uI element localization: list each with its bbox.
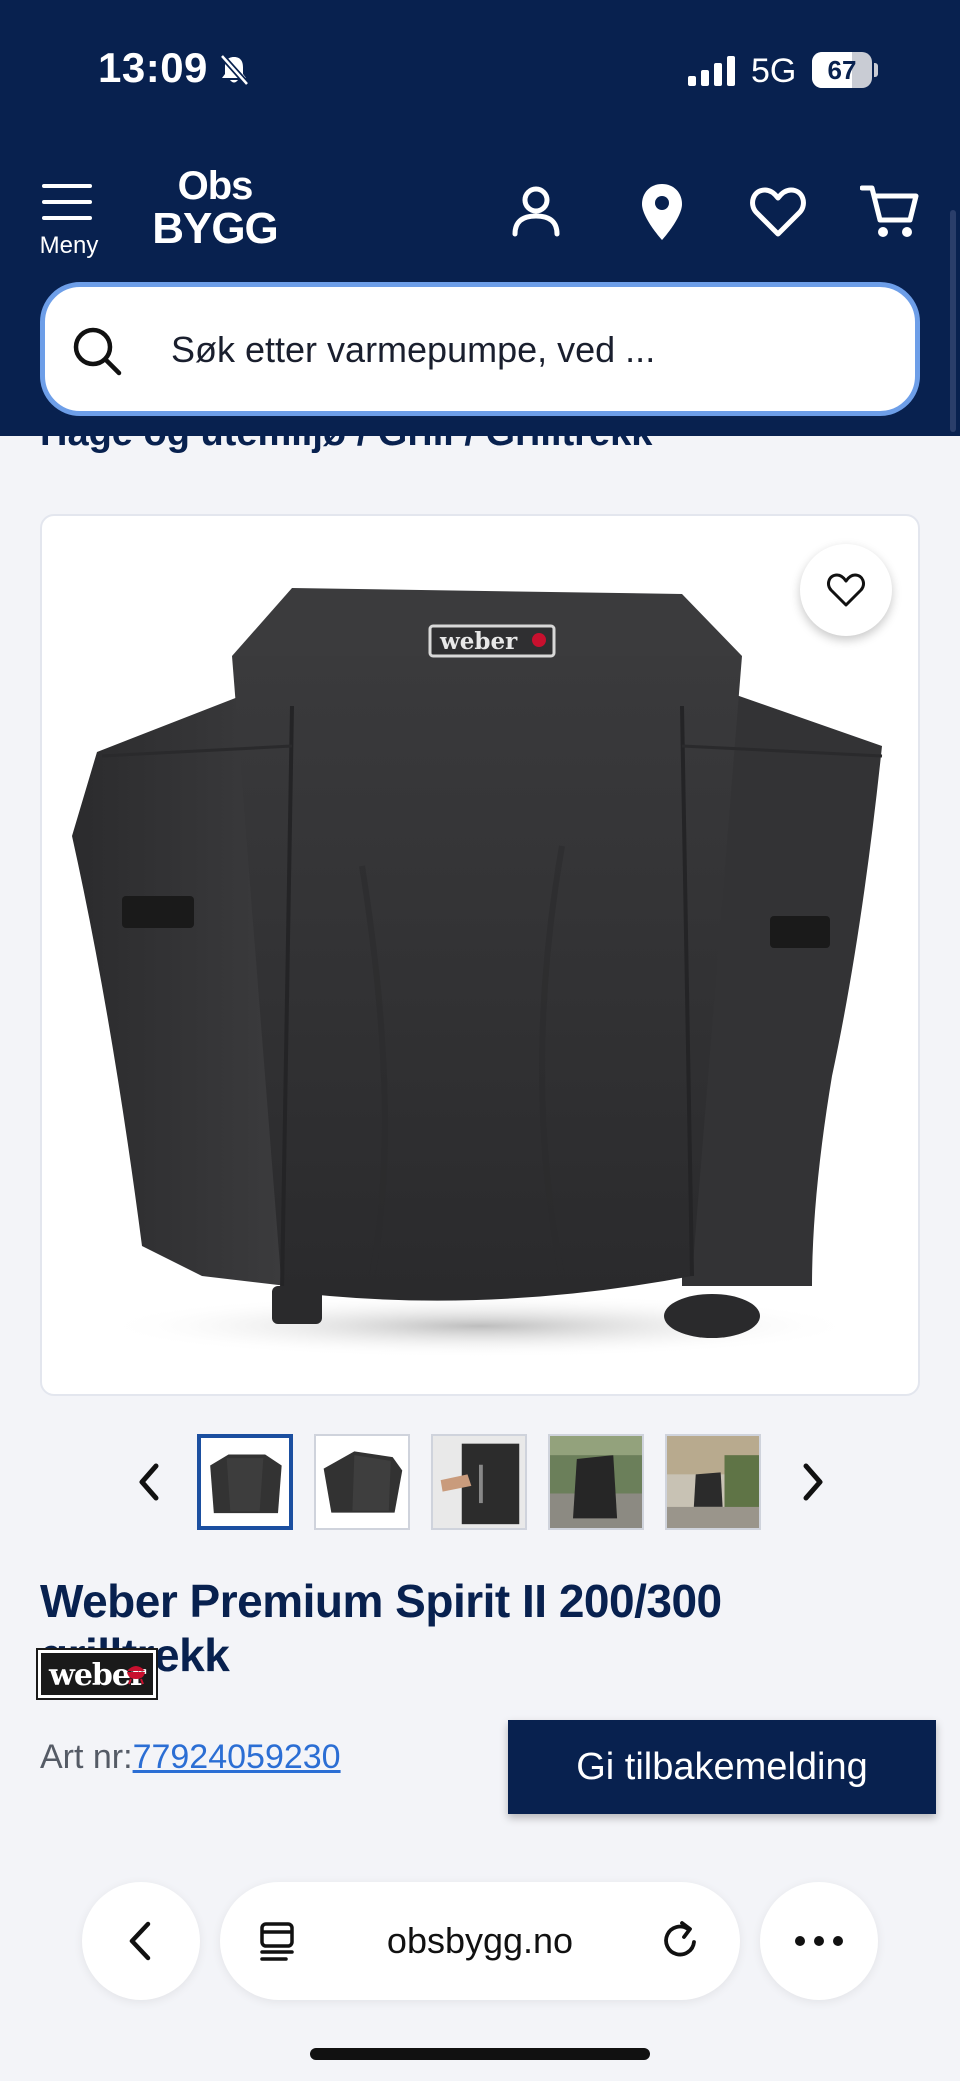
battery-icon: 67: [812, 52, 878, 88]
network-label: 5G: [751, 52, 797, 90]
chevron-left-icon: [129, 1921, 151, 1961]
hamburger-icon: [42, 184, 92, 220]
thumbnail-1[interactable]: [197, 1434, 293, 1530]
article-number: Art nr:77924059230: [40, 1738, 341, 1777]
cart-icon[interactable]: [860, 182, 920, 242]
signal-icon: [688, 56, 735, 86]
menu-label: Meny: [39, 232, 99, 259]
thumbnail-image: [667, 1436, 759, 1528]
artnr-label: Art nr:: [40, 1738, 133, 1776]
status-time: 13:09: [98, 44, 208, 91]
cover-logo-text: weber: [439, 628, 518, 655]
home-indicator[interactable]: [310, 2048, 650, 2060]
weber-kettle-icon: [127, 1666, 145, 1685]
thumbnail-carousel: [0, 1434, 960, 1534]
reload-icon[interactable]: [658, 1918, 704, 1964]
browser-more-button[interactable]: [760, 1882, 878, 2000]
artnr-link[interactable]: 77924059230: [133, 1738, 341, 1776]
more-dots-icon: [795, 1936, 843, 1946]
obs-bygg-logo[interactable]: Obs BYGG: [150, 166, 280, 256]
thumbnail-3[interactable]: [431, 1434, 527, 1530]
location-pin-icon[interactable]: [632, 182, 692, 242]
menu-button[interactable]: Meny: [30, 180, 108, 262]
account-icon[interactable]: [506, 182, 566, 242]
chevron-right-icon[interactable]: [782, 1452, 842, 1512]
site-header: 13:09 5G 67 Meny Obs BYGG Søk etter varm…: [0, 0, 960, 436]
feedback-button[interactable]: Gi tilbakemelding: [508, 1720, 936, 1814]
thumbnail-2[interactable]: [314, 1434, 410, 1530]
thumbnail-4[interactable]: [548, 1434, 644, 1530]
browser-back-button[interactable]: [82, 1882, 200, 2000]
product-image-card[interactable]: weber: [40, 514, 920, 1396]
product-image: weber: [72, 588, 883, 1358]
search-bar[interactable]: Søk etter varmepumpe, ved ...: [40, 282, 920, 416]
product-title: Weber Premium Spirit II 200/300 grilltre…: [40, 1575, 722, 1681]
bell-muted-icon: [219, 54, 250, 86]
heart-icon[interactable]: [748, 182, 808, 242]
thumbnail-image: [550, 1436, 642, 1528]
search-icon: [73, 327, 122, 376]
scrollbar[interactable]: [950, 210, 956, 432]
wishlist-button[interactable]: [800, 544, 892, 636]
thumbnail-5[interactable]: [665, 1434, 761, 1530]
thumbnail-image: [433, 1436, 525, 1528]
thumbnail-image: [201, 1438, 289, 1526]
logo-top-text: Obs: [177, 164, 254, 208]
heart-outline-icon: [827, 573, 865, 607]
thumbnail-image: [316, 1436, 408, 1528]
status-bar: 13:09 5G 67: [0, 0, 960, 140]
url-bar[interactable]: obsbygg.no: [220, 1882, 740, 2000]
logo-bottom-text: BYGG: [152, 204, 279, 253]
brand-logo[interactable]: weber: [36, 1648, 158, 1700]
battery-percent: 67: [827, 55, 857, 85]
chevron-left-icon[interactable]: [120, 1452, 180, 1512]
search-input[interactable]: Søk etter varmepumpe, ved ...: [171, 329, 655, 371]
